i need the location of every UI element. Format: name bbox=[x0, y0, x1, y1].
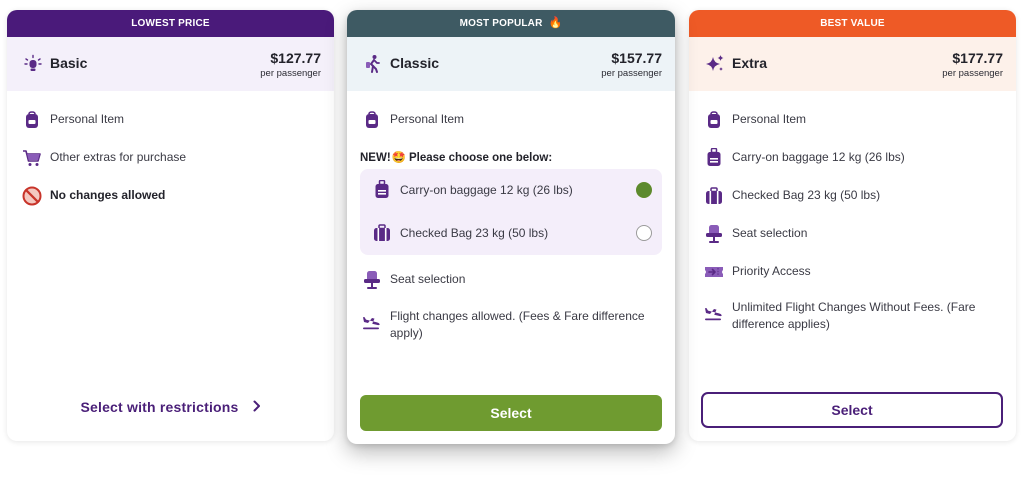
seat-icon bbox=[704, 224, 724, 244]
feature-label: Priority Access bbox=[732, 264, 811, 278]
feature-flight-changes: Flight changes allowed. (Fees & Fare dif… bbox=[362, 307, 645, 342]
checked-bag-icon bbox=[372, 223, 392, 243]
feature-priority-access: Priority Access bbox=[704, 262, 811, 282]
fare-card-classic: MOST POPULAR 🔥 Classic $157.77 per passen… bbox=[347, 10, 675, 444]
backpack-icon bbox=[22, 110, 42, 130]
fare-header: Classic $157.77 per passenger bbox=[347, 37, 675, 91]
banner-best-value: BEST VALUE bbox=[689, 10, 1016, 37]
feature-personal-item: Personal Item bbox=[362, 110, 464, 130]
feature-unlimited-changes: Unlimited Flight Changes Without Fees. (… bbox=[704, 298, 975, 333]
feature-label-line1: Flight changes allowed. (Fees & Fare dif… bbox=[390, 309, 645, 323]
feature-label: Personal Item bbox=[390, 112, 465, 126]
banner-lowest-price: LOWEST PRICE bbox=[7, 10, 334, 37]
fare-header: Basic $127.77 per passenger bbox=[7, 37, 334, 91]
feature-no-changes: No changes allowed bbox=[22, 186, 165, 206]
no-entry-icon bbox=[22, 186, 42, 206]
feature-label-line1: Unlimited Flight Changes Without Fees. (… bbox=[732, 300, 976, 314]
new-label: NEW! bbox=[360, 152, 391, 164]
choice-carry-on[interactable]: Carry-on baggage 12 kg (26 lbs) bbox=[372, 179, 652, 201]
backpack-icon bbox=[362, 110, 382, 130]
lightbulb-icon bbox=[23, 54, 43, 74]
priority-ticket-icon bbox=[704, 262, 724, 282]
price: $127.77 bbox=[270, 50, 321, 66]
walking-traveler-icon bbox=[363, 54, 383, 74]
per-passenger-label: per passenger bbox=[260, 68, 321, 79]
feature-label: Carry-on baggage 12 kg (26 lbs) bbox=[732, 150, 905, 164]
seat-icon bbox=[362, 270, 382, 290]
fare-card-basic: LOWEST PRICE Basic $127.77 per passenger… bbox=[7, 10, 334, 441]
feature-carry-on: Carry-on baggage 12 kg (26 lbs) bbox=[704, 148, 905, 168]
banner-label: BEST VALUE bbox=[820, 18, 885, 29]
banner-label: LOWEST PRICE bbox=[131, 18, 210, 29]
feature-label: Personal Item bbox=[50, 112, 125, 126]
feature-label: Other extras for purchase bbox=[50, 150, 187, 164]
plan-name: Classic bbox=[390, 55, 440, 71]
feature-label: Seat selection bbox=[732, 226, 808, 240]
select-extra-button[interactable]: Select bbox=[701, 392, 1003, 428]
choice-checked-bag[interactable]: Checked Bag 23 kg (50 lbs) bbox=[372, 222, 652, 244]
choose-one-text: Please choose one below: bbox=[409, 152, 553, 164]
feature-label: Checked Bag 23 kg (50 lbs) bbox=[732, 188, 881, 202]
radio-unselected[interactable] bbox=[636, 225, 652, 241]
sparkles-icon bbox=[705, 54, 725, 74]
choice-label: Carry-on baggage 12 kg (26 lbs) bbox=[400, 183, 573, 197]
feature-label: Personal Item bbox=[732, 112, 807, 126]
select-classic-button[interactable]: Select bbox=[360, 395, 662, 431]
plan-name: Extra bbox=[732, 55, 768, 71]
choice-label: Checked Bag 23 kg (50 lbs) bbox=[400, 226, 549, 240]
button-label: Select with restrictions bbox=[80, 399, 239, 415]
feature-label: Seat selection bbox=[390, 272, 466, 286]
feature-other-extras: Other extras for purchase bbox=[22, 148, 186, 168]
plane-icon bbox=[704, 302, 724, 322]
feature-checked-bag: Checked Bag 23 kg (50 lbs) bbox=[704, 186, 880, 206]
feature-seat-selection: Seat selection bbox=[362, 270, 465, 290]
chevron-right-icon bbox=[253, 399, 261, 415]
per-passenger-label: per passenger bbox=[601, 68, 662, 79]
feature-personal-item: Personal Item bbox=[704, 110, 806, 130]
price: $177.77 bbox=[952, 50, 1003, 66]
select-with-restrictions-button[interactable]: Select with restrictions bbox=[7, 399, 334, 415]
feature-label-line2: difference applies) bbox=[732, 317, 830, 331]
feature-personal-item: Personal Item bbox=[22, 110, 124, 130]
feature-seat-selection: Seat selection bbox=[704, 224, 807, 244]
banner-most-popular: MOST POPULAR 🔥 bbox=[347, 10, 675, 37]
carry-on-icon bbox=[372, 180, 392, 200]
cart-icon bbox=[22, 148, 42, 168]
fare-card-extra: BEST VALUE Extra $177.77 per passenger P… bbox=[689, 10, 1016, 441]
choose-one-heading: NEW!🤩 Please choose one below: bbox=[360, 150, 552, 164]
backpack-icon bbox=[704, 110, 724, 130]
feature-label: No changes allowed bbox=[50, 188, 166, 202]
carry-on-icon bbox=[704, 148, 724, 168]
price: $157.77 bbox=[611, 50, 662, 66]
star-eyes-emoji-icon: 🤩 bbox=[391, 152, 406, 164]
per-passenger-label: per passenger bbox=[942, 68, 1003, 79]
radio-selected[interactable] bbox=[636, 182, 652, 198]
bag-choice-group: Carry-on baggage 12 kg (26 lbs) Checked … bbox=[360, 169, 662, 255]
plane-icon bbox=[362, 311, 382, 331]
banner-label: MOST POPULAR bbox=[459, 18, 543, 29]
checked-bag-icon bbox=[704, 186, 724, 206]
feature-label-line2: apply) bbox=[390, 326, 423, 340]
feature-label: Flight changes allowed. (Fees & Fare dif… bbox=[390, 307, 645, 342]
feature-label: Unlimited Flight Changes Without Fees. (… bbox=[732, 298, 975, 333]
plan-name: Basic bbox=[50, 55, 88, 71]
fare-header: Extra $177.77 per passenger bbox=[689, 37, 1016, 91]
fire-icon: 🔥 bbox=[548, 17, 563, 29]
